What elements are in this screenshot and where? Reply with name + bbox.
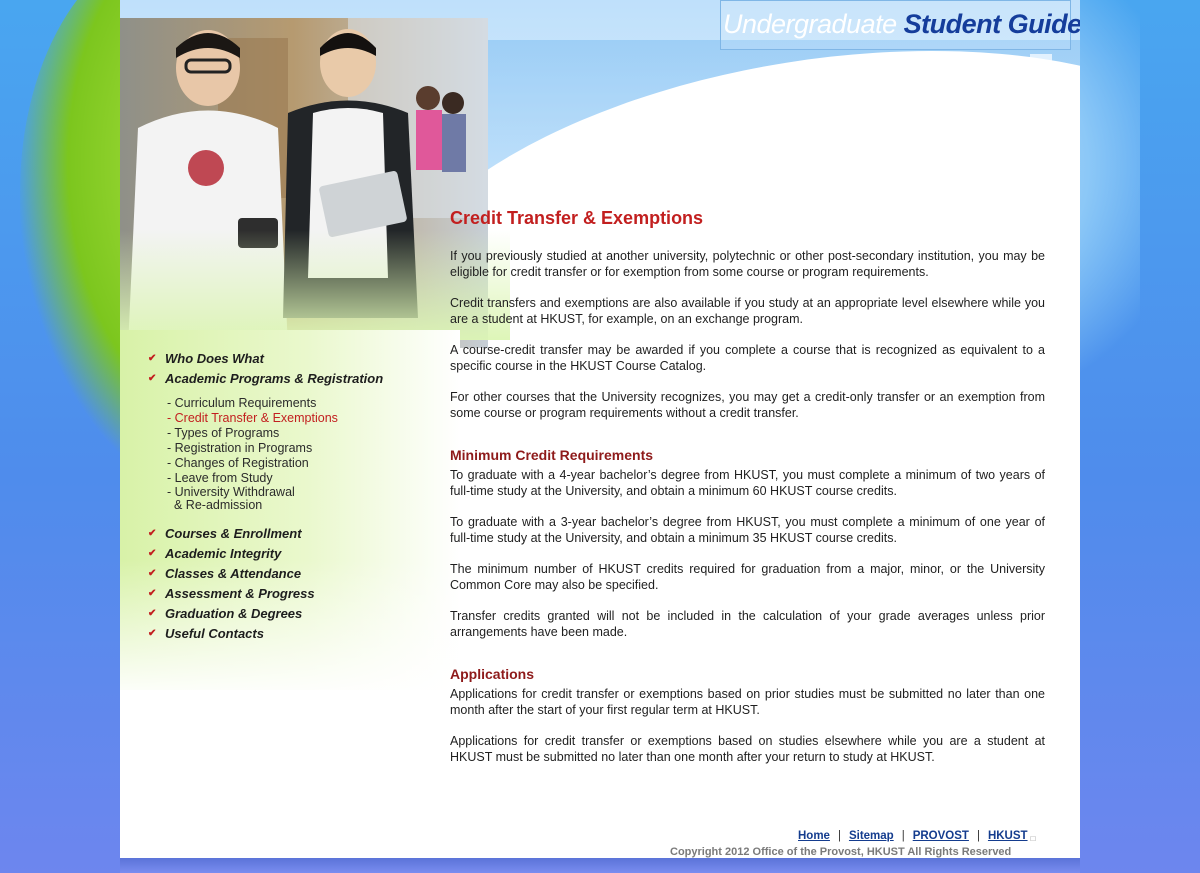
page-container: Undergraduate Student Guide ✔ Who Does W… (120, 0, 1080, 860)
intro-paragraph: If you previously studied at another uni… (450, 249, 1045, 279)
nav-item-label: Academic Programs & Registration (165, 370, 384, 386)
section-paragraph: To graduate with a 3-year bachelor’s deg… (450, 515, 1045, 545)
main-content: Credit Transfer & Exemptions If you prev… (450, 208, 1045, 780)
sub-nav-registration[interactable]: - Registration in Programs (167, 441, 448, 456)
section-paragraph: Applications for credit transfer or exem… (450, 687, 1045, 717)
nav-item-label: Useful Contacts (165, 625, 264, 641)
section-paragraph: Transfer credits granted will not be inc… (450, 609, 1045, 639)
section-heading-minimum-credit: Minimum Credit Requirements (450, 447, 654, 463)
sub-nav: - Curriculum Requirements - Credit Trans… (167, 396, 448, 513)
section-heading-applications: Applications (450, 666, 535, 682)
footer-separator: | (837, 830, 841, 842)
chevron-down-icon: ✔ (148, 372, 157, 384)
nav-item-courses[interactable]: ✔ Courses & Enrollment (148, 523, 448, 543)
nav-item-who-does-what[interactable]: ✔ Who Does What (148, 348, 448, 368)
chevron-down-icon: ✔ (148, 527, 157, 539)
page-bottom-shadow (120, 858, 1080, 873)
nav-item-assessment[interactable]: ✔ Assessment & Progress (148, 583, 448, 603)
page-title: Credit Transfer & Exemptions (450, 208, 704, 228)
copyright-text: Copyright 2012 Office of the Provost, HK… (670, 846, 1012, 858)
chevron-down-icon: ✔ (148, 587, 157, 599)
sub-nav-withdrawal-line2: & Re-admission (174, 498, 263, 512)
chevron-down-icon: ✔ (148, 352, 157, 364)
footer-separator: | (976, 830, 980, 842)
sub-nav-credit-transfer[interactable]: - Credit Transfer & Exemptions (167, 411, 448, 426)
nav-item-label: Courses & Enrollment (165, 525, 302, 541)
intro-paragraph: For other courses that the University re… (450, 390, 1045, 420)
logo-text-student-guide: Student Guide (903, 9, 1080, 39)
nav-item-academic-programs[interactable]: ✔ Academic Programs & Registration (148, 368, 448, 388)
external-link-icon: □ (1030, 834, 1036, 843)
sidebar-nav: ✔ Who Does What ✔ Academic Programs & Re… (148, 348, 448, 643)
sub-nav-changes[interactable]: - Changes of Registration (167, 456, 448, 471)
section-paragraph: The minimum number of HKUST credits requ… (450, 562, 1045, 592)
logo-text-undergraduate: Undergraduate (723, 9, 904, 39)
nav-group: ✔ Courses & Enrollment ✔ Academic Integr… (148, 523, 448, 643)
site-logo[interactable]: Undergraduate Student Guide (720, 0, 1080, 50)
sub-nav-withdrawal[interactable]: - University Withdrawal & Re-admission (167, 486, 448, 513)
sub-nav-leave[interactable]: - Leave from Study (167, 471, 448, 486)
nav-item-label: Assessment & Progress (165, 585, 315, 601)
nav-item-label: Academic Integrity (165, 545, 282, 561)
section-paragraph: Applications for credit transfer or exem… (450, 734, 1045, 764)
nav-item-graduation[interactable]: ✔ Graduation & Degrees (148, 603, 448, 623)
footer-link-home[interactable]: Home (798, 830, 830, 842)
footer-links: Home | Sitemap | PROVOST | HKUST □ (798, 830, 1035, 843)
nav-item-contacts[interactable]: ✔ Useful Contacts (148, 623, 448, 643)
sub-nav-types-of-programs[interactable]: - Types of Programs (167, 426, 448, 441)
nav-item-label: Classes & Attendance (165, 565, 302, 581)
section-paragraph: To graduate with a 4-year bachelor’s deg… (450, 468, 1045, 498)
intro-paragraph: Credit transfers and exemptions are also… (450, 296, 1045, 326)
footer-link-provost[interactable]: PROVOST (913, 830, 969, 842)
sub-nav-curriculum[interactable]: - Curriculum Requirements (167, 396, 448, 411)
chevron-down-icon: ✔ (148, 567, 157, 579)
nav-item-label: Who Does What (165, 350, 264, 366)
nav-item-label: Graduation & Degrees (165, 605, 303, 621)
chevron-down-icon: ✔ (148, 547, 157, 559)
footer-link-hkust[interactable]: HKUST (988, 830, 1028, 842)
footer-link-sitemap[interactable]: Sitemap (849, 830, 894, 842)
nav-item-integrity[interactable]: ✔ Academic Integrity (148, 543, 448, 563)
intro-paragraph: A course-credit transfer may be awarded … (450, 343, 1045, 373)
nav-item-classes[interactable]: ✔ Classes & Attendance (148, 563, 448, 583)
chevron-down-icon: ✔ (148, 627, 157, 639)
chevron-down-icon: ✔ (148, 607, 157, 619)
footer-separator: | (901, 830, 905, 842)
